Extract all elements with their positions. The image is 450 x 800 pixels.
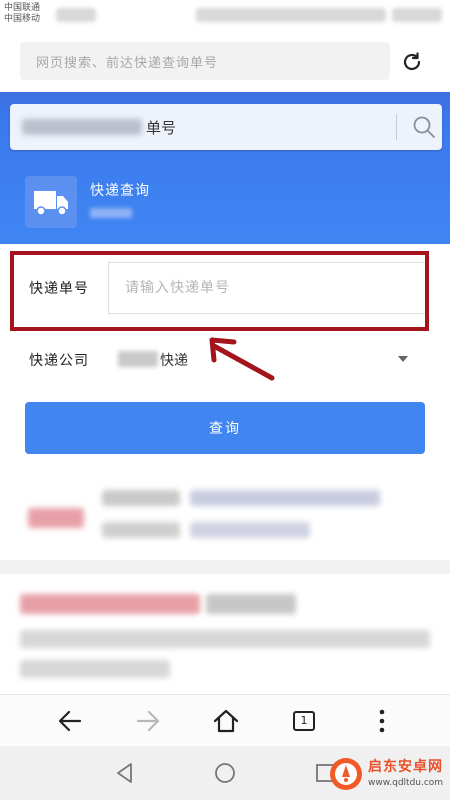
search-icon[interactable] <box>412 115 436 139</box>
status-indicators-blurred <box>196 8 386 22</box>
news-title-blurred <box>20 594 200 614</box>
carrier-line-1: 中国联通 <box>4 3 41 13</box>
express-card-header: 单号 快递查询 <box>0 92 450 244</box>
home-icon[interactable] <box>212 707 240 735</box>
card-title: 快递查询 <box>90 183 150 199</box>
carrier-line-2: 中国移动 <box>4 14 41 24</box>
result-line-blurred <box>190 490 380 506</box>
more-menu-icon[interactable] <box>368 707 396 735</box>
card-search-blurred-text <box>22 119 142 135</box>
watermark-url: www.qdltdu.com <box>368 778 444 788</box>
tracking-number-input[interactable] <box>108 262 426 314</box>
watermark-logo-icon <box>330 758 362 790</box>
browser-search-input[interactable]: 网页搜索、前达快递查询单号 <box>20 42 390 80</box>
browser-search-bar: 网页搜索、前达快递查询单号 <box>0 30 450 92</box>
watermark-name: 启东安卓网 <box>368 759 443 775</box>
chevron-down-icon[interactable] <box>396 352 410 366</box>
tracking-number-label: 快递单号 <box>29 281 89 297</box>
result-line-blurred <box>102 490 180 506</box>
section-divider <box>0 560 450 574</box>
card-search-text: 单号 <box>146 119 177 137</box>
status-icons-blurred <box>56 8 96 22</box>
result-line-blurred <box>102 522 180 538</box>
courier-company-blurred <box>118 351 158 367</box>
search-placeholder: 网页搜索、前达快递查询单号 <box>36 56 219 71</box>
result-line-blurred <box>190 522 310 538</box>
news-snippet-blurred <box>20 630 430 648</box>
tracking-number-row: 快递单号 <box>0 244 450 338</box>
watermark: 启东安卓网 www.qdltdu.com <box>326 752 450 796</box>
refresh-icon[interactable] <box>400 50 424 74</box>
query-button[interactable]: 查询 <box>25 402 425 454</box>
card-search-box[interactable]: 单号 <box>10 104 442 150</box>
status-time-blurred <box>392 8 442 22</box>
nav-home-icon[interactable] <box>213 761 237 785</box>
card-search-divider <box>396 114 397 140</box>
forward-icon[interactable] <box>134 707 162 735</box>
truck-icon <box>25 176 77 228</box>
browser-toolbar: 1 <box>0 694 450 746</box>
annotation-arrow-icon <box>209 337 275 381</box>
status-bar: 中国联通 中国移动 <box>0 0 450 30</box>
carrier-info: 中国联通 中国移动 <box>4 3 40 25</box>
courier-company-label: 快递公司 <box>29 353 89 369</box>
news-title-blurred <box>206 594 296 614</box>
result-badge-blurred <box>28 508 84 528</box>
news-snippet-blurred <box>20 660 170 678</box>
back-icon[interactable] <box>56 707 84 735</box>
courier-company-value: 快递 <box>160 353 188 369</box>
tabs-button[interactable]: 1 <box>293 711 315 731</box>
card-subtitle-blurred <box>90 208 132 218</box>
nav-back-icon[interactable] <box>113 761 137 785</box>
